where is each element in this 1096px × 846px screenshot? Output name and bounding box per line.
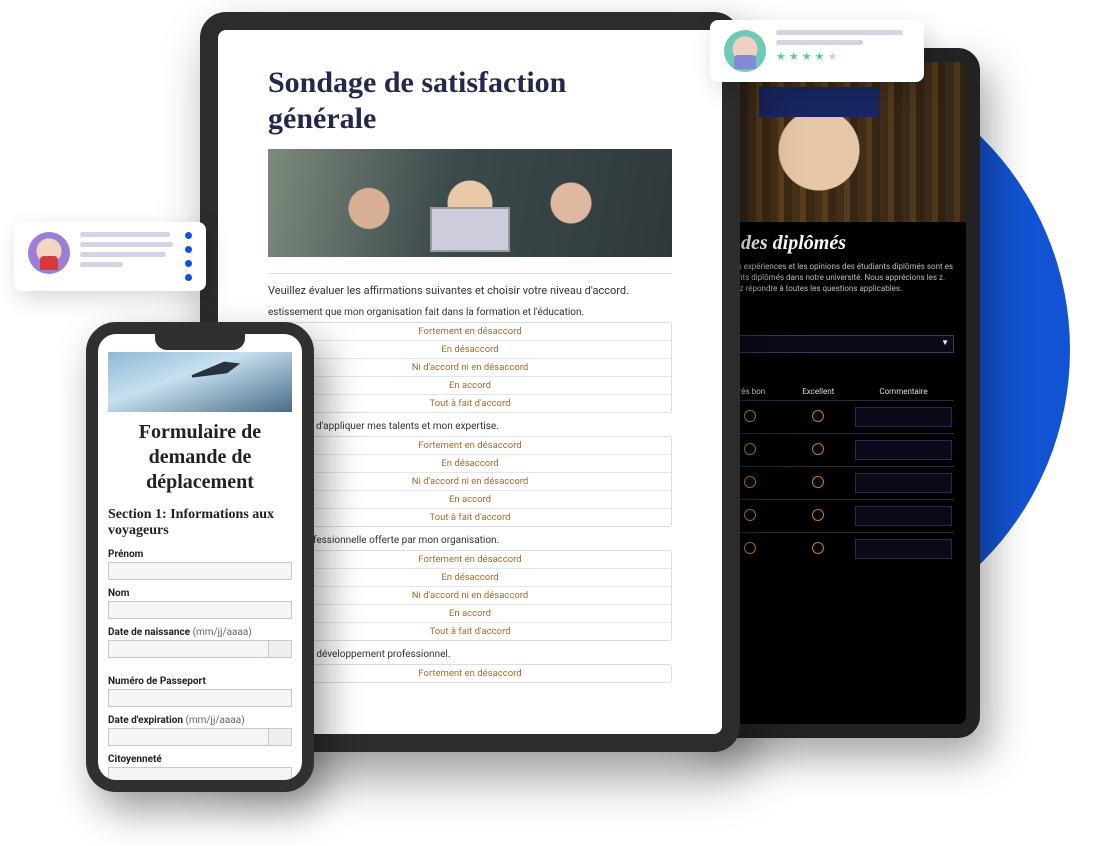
col-commentaire: Commentaire — [853, 383, 954, 401]
calendar-icon — [275, 643, 286, 654]
likert-option[interactable]: Fortement en désaccord — [269, 437, 671, 454]
radio-excellent[interactable] — [812, 476, 824, 488]
likert-option[interactable]: Fortement en désaccord — [269, 551, 671, 568]
likert-option[interactable]: Ni d'accord ni en désaccord — [269, 472, 671, 490]
survey-question-4: liée à mon développement professionnel. — [268, 649, 672, 660]
survey-hero-image — [268, 149, 672, 257]
travel-form-title: Formulaire de demande de déplacement — [108, 420, 292, 495]
placeholder-lines — [80, 232, 175, 281]
phone-notch — [155, 334, 245, 350]
airplane-icon — [190, 358, 241, 383]
survey-question-3: nation professionnelle offerte par mon o… — [268, 535, 672, 546]
likert-option[interactable]: Tout à fait d'accord — [269, 508, 671, 526]
likert-group-2: Fortement en désaccord En désaccord Ni d… — [268, 436, 672, 527]
comment-input[interactable] — [855, 506, 952, 526]
comment-input[interactable] — [855, 440, 952, 460]
calendar-icon — [275, 731, 286, 742]
avatar-icon — [724, 30, 766, 72]
testimonial-card-right: ★ ★ ★ ★ ★ — [710, 20, 924, 82]
likert-option[interactable]: Ni d'accord ni en désaccord — [269, 358, 671, 376]
radio-tres-bon[interactable] — [744, 542, 756, 554]
graduate-dropdown[interactable] — [716, 335, 954, 353]
likert-group-1: Fortement en désaccord En désaccord Ni d… — [268, 322, 672, 413]
star-icon: ★ — [776, 50, 786, 63]
radio-tres-bon[interactable] — [744, 476, 756, 488]
likert-group-4: Fortement en désaccord — [268, 664, 672, 683]
radio-tres-bon[interactable] — [744, 443, 756, 455]
rating-matrix-table: Très bon Excellent Commentaire — [716, 383, 954, 565]
input-passeport[interactable] — [108, 689, 292, 707]
survey-intro-text: Veuillez évaluer les affirmations suivan… — [268, 284, 672, 297]
matrix-row — [716, 466, 954, 499]
likert-option[interactable]: En accord — [269, 376, 671, 394]
bullet-dots — [185, 232, 192, 281]
avatar-icon — [28, 232, 70, 274]
input-date-naissance[interactable] — [108, 640, 292, 658]
label-nom: Nom — [108, 588, 292, 599]
radio-excellent[interactable] — [812, 443, 824, 455]
radio-excellent[interactable] — [812, 509, 824, 521]
matrix-row — [716, 499, 954, 532]
label-date-naissance: Date de naissance (mm/jj/aaaa) — [108, 627, 292, 638]
matrix-row — [716, 532, 954, 565]
likert-group-3: Fortement en désaccord En désaccord Ni d… — [268, 550, 672, 641]
survey-question-2: possibilité d'appliquer mes talents et m… — [268, 421, 672, 432]
likert-option[interactable]: Fortement en désaccord — [269, 665, 671, 682]
likert-option[interactable]: En accord — [269, 490, 671, 508]
placeholder-lines: ★ ★ ★ ★ ★ — [776, 30, 910, 72]
star-icon: ★ — [789, 50, 799, 63]
radio-tres-bon[interactable] — [744, 509, 756, 521]
comment-input[interactable] — [855, 407, 952, 427]
likert-option[interactable]: En accord — [269, 604, 671, 622]
likert-option[interactable]: Ni d'accord ni en désaccord — [269, 586, 671, 604]
comment-input[interactable] — [855, 473, 952, 493]
label-citoyennete: Citoyenneté — [108, 754, 292, 765]
section-1-heading: Section 1: Informations aux voyageurs — [108, 507, 292, 539]
star-icon: ★ — [828, 50, 838, 63]
input-expiration[interactable] — [108, 728, 292, 746]
travel-form-screen: Formulaire de demande de déplacement Sec… — [98, 334, 302, 780]
input-nom[interactable] — [108, 601, 292, 619]
star-rating: ★ ★ ★ ★ ★ — [776, 50, 910, 63]
divider — [268, 273, 672, 274]
matrix-row — [716, 400, 954, 433]
phone-frame: Formulaire de demande de déplacement Sec… — [86, 322, 314, 792]
likert-option[interactable]: Tout à fait d'accord — [269, 394, 671, 412]
star-icon: ★ — [802, 50, 812, 63]
radio-excellent[interactable] — [812, 542, 824, 554]
label-passeport: Numéro de Passeport — [108, 676, 292, 687]
label-prenom: Prénom — [108, 549, 292, 560]
radio-tres-bon[interactable] — [744, 410, 756, 422]
graduate-hero-image — [704, 62, 966, 222]
survey-title: Sondage de satisfaction générale — [268, 65, 672, 137]
graduate-survey-title: tie des diplômés — [716, 232, 954, 255]
survey-question-1: estissement que mon organisation fait da… — [268, 307, 672, 318]
testimonial-card-left — [14, 222, 206, 291]
travel-hero-image — [108, 352, 292, 412]
likert-option[interactable]: Tout à fait d'accord — [269, 622, 671, 640]
label-expiration: Date d'expiration (mm/jj/aaaa) — [108, 715, 292, 726]
graduate-survey-description: ire. Les expériences et les opinions des… — [716, 261, 954, 295]
col-excellent: Excellent — [783, 383, 853, 401]
likert-option[interactable]: En désaccord — [269, 454, 671, 472]
radio-excellent[interactable] — [812, 410, 824, 422]
star-icon: ★ — [815, 50, 825, 63]
matrix-row — [716, 433, 954, 466]
input-citoyennete[interactable] — [108, 767, 292, 780]
input-prenom[interactable] — [108, 562, 292, 580]
likert-option[interactable]: En désaccord — [269, 340, 671, 358]
likert-option[interactable]: Fortement en désaccord — [269, 323, 671, 340]
comment-input[interactable] — [855, 539, 952, 559]
graduate-survey-screen: tie des diplômés ire. Les expériences et… — [704, 62, 966, 724]
likert-option[interactable]: En désaccord — [269, 568, 671, 586]
